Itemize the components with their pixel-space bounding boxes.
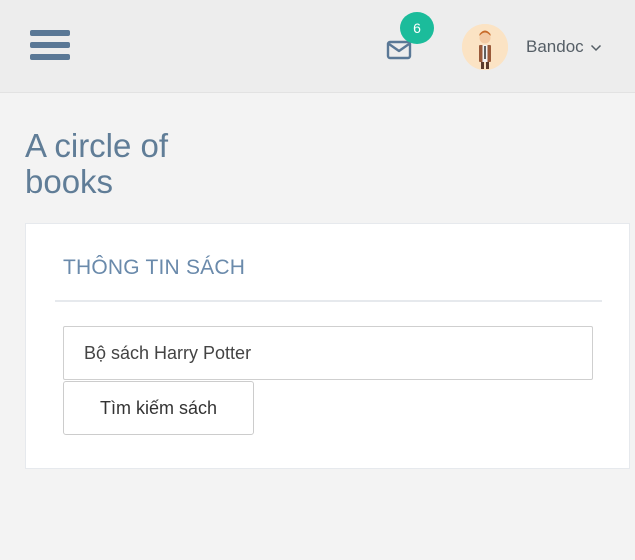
username-label: Bandoc (526, 37, 584, 56)
app-title: A circle of books (25, 127, 169, 200)
book-info-panel: THÔNG TIN SÁCH Tìm kiếm sách (25, 223, 630, 469)
hamburger-menu-icon[interactable] (30, 28, 70, 62)
notification-count-badge[interactable]: 6 (400, 12, 434, 44)
panel-divider (55, 300, 602, 302)
search-books-button[interactable]: Tìm kiếm sách (63, 381, 254, 435)
book-search-input[interactable] (63, 326, 593, 380)
top-navigation-bar: 6 Bandoc (0, 0, 635, 93)
chevron-down-icon (590, 39, 602, 57)
user-avatar-icon[interactable] (462, 24, 508, 70)
panel-heading: THÔNG TIN SÁCH (63, 256, 246, 279)
user-menu-dropdown[interactable]: Bandoc (526, 34, 602, 60)
